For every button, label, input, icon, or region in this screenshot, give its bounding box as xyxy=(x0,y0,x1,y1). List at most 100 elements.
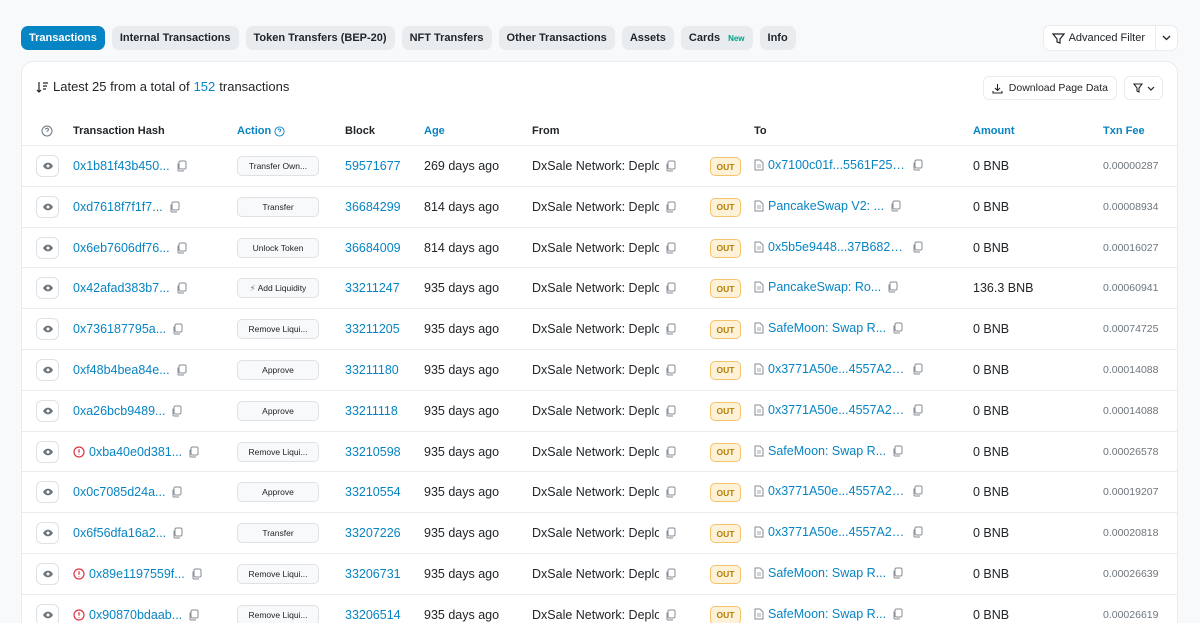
from-address-link[interactable]: DxSale Network: Deplo xyxy=(532,567,659,581)
column-action[interactable]: Action xyxy=(237,125,285,137)
to-address-link[interactable]: SafeMoon: Swap R... xyxy=(768,566,886,580)
copy-icon[interactable] xyxy=(665,486,676,498)
copy-icon[interactable] xyxy=(912,159,923,171)
transaction-hash-link[interactable]: 0xa26bcb9489... xyxy=(73,404,165,418)
copy-icon[interactable] xyxy=(892,445,903,457)
block-link[interactable]: 36684299 xyxy=(345,200,401,214)
view-details-button[interactable] xyxy=(36,358,59,381)
to-address-link[interactable]: SafeMoon: Swap R... xyxy=(768,607,886,621)
copy-icon[interactable] xyxy=(169,201,180,213)
to-address-link[interactable]: 0x3771A50e...4557A2111 xyxy=(768,484,906,498)
copy-icon[interactable] xyxy=(912,526,923,538)
tab-info[interactable]: Info xyxy=(759,26,796,50)
copy-icon[interactable] xyxy=(176,160,187,172)
transaction-hash-link[interactable]: 0x89e1197559f... xyxy=(89,567,185,581)
block-link[interactable]: 33206731 xyxy=(345,567,401,581)
copy-icon[interactable] xyxy=(665,160,676,172)
copy-icon[interactable] xyxy=(188,446,199,458)
from-address-link[interactable]: DxSale Network: Deplo xyxy=(532,159,659,173)
from-address-link[interactable]: DxSale Network: Deplo xyxy=(532,363,659,377)
block-link[interactable]: 33211118 xyxy=(345,404,398,418)
view-details-button[interactable] xyxy=(36,318,59,341)
copy-icon[interactable] xyxy=(665,446,676,458)
block-link[interactable]: 33211247 xyxy=(345,281,400,295)
copy-icon[interactable] xyxy=(171,405,182,417)
copy-icon[interactable] xyxy=(912,363,923,375)
copy-icon[interactable] xyxy=(912,241,923,253)
from-address-link[interactable]: DxSale Network: Deplo xyxy=(532,322,659,336)
view-details-button[interactable] xyxy=(36,155,59,177)
from-address-link[interactable]: DxSale Network: Deplo xyxy=(532,241,659,255)
column-txn-fee[interactable]: Txn Fee xyxy=(1103,125,1145,137)
block-link[interactable]: 36684009 xyxy=(345,241,401,255)
from-address-link[interactable]: DxSale Network: Deplo xyxy=(532,485,659,499)
to-address-link[interactable]: 0x3771A50e...4557A2111 xyxy=(768,403,906,417)
copy-icon[interactable] xyxy=(912,485,923,497)
tab-internal-transactions[interactable]: Internal Transactions xyxy=(111,26,239,50)
view-details-button[interactable] xyxy=(36,603,59,623)
copy-icon[interactable] xyxy=(172,527,183,539)
block-link[interactable]: 59571677 xyxy=(345,159,401,173)
from-address-link[interactable]: DxSale Network: Deplo xyxy=(532,526,659,540)
transaction-hash-link[interactable]: 0x42afad383b7... xyxy=(73,281,170,295)
copy-icon[interactable] xyxy=(665,609,676,621)
block-link[interactable]: 33207226 xyxy=(345,526,401,540)
copy-icon[interactable] xyxy=(892,567,903,579)
copy-icon[interactable] xyxy=(892,322,903,334)
copy-icon[interactable] xyxy=(665,323,676,335)
transaction-hash-link[interactable]: 0xba40e0d381... xyxy=(89,445,182,459)
view-details-button[interactable] xyxy=(36,195,59,218)
transaction-hash-link[interactable]: 0x90870bdaab... xyxy=(89,608,182,622)
advanced-filter-toggle[interactable] xyxy=(1155,26,1177,50)
help-icon[interactable] xyxy=(41,125,53,137)
copy-icon[interactable] xyxy=(176,282,187,294)
transaction-hash-link[interactable]: 0x6eb7606df76... xyxy=(73,241,170,255)
filter-menu-button[interactable] xyxy=(1124,76,1163,100)
transaction-hash-link[interactable]: 0x0c7085d24a... xyxy=(73,485,165,499)
copy-icon[interactable] xyxy=(665,201,676,213)
download-page-data-button[interactable]: Download Page Data xyxy=(982,76,1117,100)
copy-icon[interactable] xyxy=(665,282,676,294)
transaction-hash-link[interactable]: 0xf48b4bea84e... xyxy=(73,363,170,377)
transaction-hash-link[interactable]: 0x736187795a... xyxy=(73,322,166,336)
from-address-link[interactable]: DxSale Network: Deplo xyxy=(532,200,659,214)
view-details-button[interactable] xyxy=(36,562,59,585)
copy-icon[interactable] xyxy=(176,364,187,376)
copy-icon[interactable] xyxy=(188,609,199,621)
copy-icon[interactable] xyxy=(892,608,903,620)
transaction-hash-link[interactable]: 0x6f56dfa16a2... xyxy=(73,526,166,540)
copy-icon[interactable] xyxy=(665,242,676,254)
from-address-link[interactable]: DxSale Network: Deplo xyxy=(532,608,659,622)
to-address-link[interactable]: PancakeSwap: Ro... xyxy=(768,280,881,294)
tab-cards[interactable]: Cards New xyxy=(680,26,753,50)
tab-other-transactions[interactable]: Other Transactions xyxy=(498,26,615,50)
transaction-hash-link[interactable]: 0x1b81f43b450... xyxy=(73,159,170,173)
copy-icon[interactable] xyxy=(665,405,676,417)
copy-icon[interactable] xyxy=(172,323,183,335)
to-address-link[interactable]: SafeMoon: Swap R... xyxy=(768,444,886,458)
advanced-filter-button[interactable]: Advanced Filter xyxy=(1044,26,1155,50)
to-address-link[interactable]: PancakeSwap V2: ... xyxy=(768,199,884,213)
copy-icon[interactable] xyxy=(665,568,676,580)
view-details-button[interactable] xyxy=(36,399,59,422)
column-amount[interactable]: Amount xyxy=(973,125,1015,137)
to-address-link[interactable]: 0x3771A50e...4557A2111 xyxy=(768,362,906,376)
view-details-button[interactable] xyxy=(36,481,59,504)
total-count-link[interactable]: 152 xyxy=(194,79,216,94)
to-address-link[interactable]: SafeMoon: Swap R... xyxy=(768,321,886,335)
copy-icon[interactable] xyxy=(171,486,182,498)
view-details-button[interactable] xyxy=(36,236,59,259)
block-link[interactable]: 33211205 xyxy=(345,322,400,336)
tab-assets[interactable]: Assets xyxy=(621,26,674,50)
copy-icon[interactable] xyxy=(191,568,202,580)
view-details-button[interactable] xyxy=(36,522,59,545)
view-details-button[interactable] xyxy=(36,440,59,463)
block-link[interactable]: 33211180 xyxy=(345,363,399,377)
from-address-link[interactable]: DxSale Network: Deplo xyxy=(532,445,659,459)
block-link[interactable]: 33206514 xyxy=(345,608,401,622)
tab-transactions[interactable]: Transactions xyxy=(21,26,105,50)
copy-icon[interactable] xyxy=(887,281,898,293)
transaction-hash-link[interactable]: 0xd7618f7f1f7... xyxy=(73,200,163,214)
to-address-link[interactable]: 0x7100c01f...5561F25B8 xyxy=(768,158,906,172)
block-link[interactable]: 33210554 xyxy=(345,485,401,499)
